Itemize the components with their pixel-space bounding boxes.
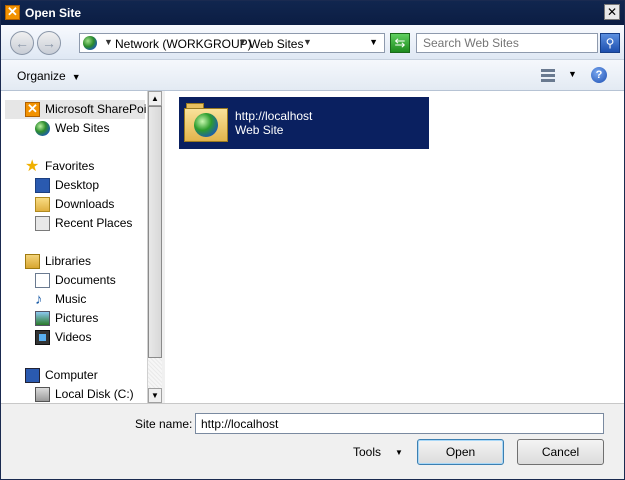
disk-icon xyxy=(35,387,50,402)
music-icon: ♪ xyxy=(35,291,43,308)
help-icon[interactable]: ? xyxy=(591,67,607,83)
search-icon[interactable]: ⚲ xyxy=(600,33,620,53)
chevron-down-icon[interactable]: ▼ xyxy=(238,37,247,47)
sidebar-item-label: Documents xyxy=(55,273,116,287)
sidebar-item-label: Pictures xyxy=(55,311,99,325)
scrollbar-thumb[interactable] xyxy=(148,106,162,358)
site-name-label: Site name: xyxy=(135,417,193,431)
command-toolbar: Organize ▼ ▼ ? xyxy=(1,59,624,91)
dialog-footer: Site name: Tools ▼ Open Cancel xyxy=(1,403,624,479)
scroll-down-icon[interactable]: ▼ xyxy=(148,388,162,403)
open-site-dialog: Open Site ✕ ← → ▼ Network (WORKGROUP) ▼ … xyxy=(0,0,625,480)
address-bar[interactable]: ▼ Network (WORKGROUP) ▼ Web Sites ▼ ▼ xyxy=(79,33,385,53)
sidebar-item-label: Recent Places xyxy=(55,216,133,230)
site-name-input[interactable] xyxy=(195,413,604,434)
recent-icon xyxy=(35,216,50,231)
libraries-icon xyxy=(25,254,40,269)
sidebar-item-label: Computer xyxy=(45,368,98,382)
back-button[interactable]: ← xyxy=(10,31,34,55)
search-input[interactable] xyxy=(416,33,598,53)
sidebar-item-label: Local Disk (C:) xyxy=(55,387,134,401)
document-icon xyxy=(35,273,50,288)
globe-icon xyxy=(35,121,50,136)
videos-icon xyxy=(35,330,50,345)
sidebar-item-microsoft-sharepoint[interactable]: Microsoft SharePoint xyxy=(5,100,147,119)
organize-label: Organize xyxy=(17,69,66,83)
breadcrumb-network[interactable]: Network (WORKGROUP) xyxy=(115,37,252,51)
sidebar-item-label: Favorites xyxy=(45,159,95,173)
close-button[interactable]: ✕ xyxy=(604,4,620,20)
refresh-button[interactable]: ⇆ xyxy=(390,33,410,53)
address-history-dropdown-icon[interactable]: ▼ xyxy=(369,37,378,47)
sidebar-item-label: Downloads xyxy=(55,197,115,211)
chevron-down-icon[interactable]: ▼ xyxy=(395,448,403,457)
sidebar-item-label: Music xyxy=(55,292,87,306)
navigation-bar: ← → ▼ Network (WORKGROUP) ▼ Web Sites ▼ … xyxy=(1,25,624,59)
star-icon: ★ xyxy=(25,158,40,175)
site-item-name: http://localhost xyxy=(235,109,313,123)
folder-icon xyxy=(35,197,50,212)
chevron-down-icon[interactable]: ▼ xyxy=(303,37,312,47)
sharepoint-icon xyxy=(25,101,40,117)
navigation-pane-scrollbar[interactable]: ▲ ▼ xyxy=(147,91,162,403)
sidebar-item-label: Libraries xyxy=(45,254,92,268)
sharepoint-icon xyxy=(5,4,20,20)
change-view-icon[interactable] xyxy=(541,69,555,83)
chevron-down-icon: ▼ xyxy=(71,72,81,82)
desktop-icon xyxy=(35,178,50,193)
navigation-pane: Microsoft SharePoint Web Sites ★ Favorit… xyxy=(1,91,147,403)
list-item[interactable]: http://localhost Web Site xyxy=(179,97,429,149)
site-item-type: Web Site xyxy=(235,123,284,137)
sidebar-item-label: Web Sites xyxy=(55,121,110,135)
forward-button[interactable]: → xyxy=(37,31,61,55)
cancel-button[interactable]: Cancel xyxy=(517,439,604,465)
sidebar-item-label: Videos xyxy=(55,330,92,344)
network-globe-icon xyxy=(83,36,97,50)
pictures-icon xyxy=(35,311,50,326)
open-button[interactable]: Open xyxy=(417,439,504,465)
window-title: Open Site xyxy=(25,6,82,20)
web-folder-icon xyxy=(184,103,228,143)
title-bar: Open Site ✕ xyxy=(1,1,624,25)
chevron-down-icon[interactable]: ▼ xyxy=(104,37,113,47)
sidebar-item-label: Desktop xyxy=(55,178,100,192)
tools-button[interactable]: Tools xyxy=(353,445,381,459)
sidebar-item-label: Microsoft SharePoint xyxy=(45,102,147,116)
scroll-up-icon[interactable]: ▲ xyxy=(148,91,162,106)
computer-icon xyxy=(25,368,40,383)
breadcrumb-web-sites[interactable]: Web Sites xyxy=(249,37,303,51)
organize-button[interactable]: Organize ▼ xyxy=(17,69,81,83)
view-options-dropdown-icon[interactable]: ▼ xyxy=(568,69,577,79)
